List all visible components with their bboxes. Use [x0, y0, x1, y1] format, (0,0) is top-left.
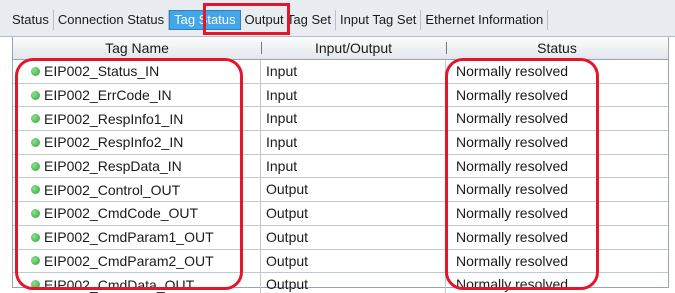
cell-tag-name: EIP002_CmdData_OUT	[13, 273, 261, 293]
table-row[interactable]: EIP002_Control_OUT Output Normally resolve…	[13, 178, 668, 203]
cell-tag-name: EIP002_RespData_IN	[13, 154, 261, 178]
cell-tag-name: EIP002_Status_IN	[13, 60, 261, 83]
tag-name-text: EIP002_CmdParam2_OUT	[44, 252, 214, 269]
cell-tag-name: EIP002_RespInfo1_IN	[13, 107, 261, 131]
cell-status: Normally resolved	[456, 63, 569, 79]
tab-input-tag-set[interactable]: Input Tag Set	[336, 10, 422, 30]
tag-name-text: EIP002_RespInfo1_IN	[44, 110, 184, 127]
tab-connection-status[interactable]: Connection Status	[54, 10, 170, 30]
cell-tag-name: EIP002_CmdParam2_OUT	[13, 249, 261, 273]
green-status-dot-icon	[31, 256, 40, 266]
cell-status: Normally resolved	[456, 110, 569, 127]
table-row[interactable]: EIP002_RespData_IN Input Normally resolved	[13, 154, 668, 179]
cell-status: Normally resolved	[456, 205, 569, 222]
table-row[interactable]: EIP002_Status_IN Input Normally resolved	[13, 60, 668, 84]
cell-input-output: Input	[261, 60, 446, 83]
cell-tag-name: EIP002_RespInfo2_IN	[13, 131, 261, 154]
green-status-dot-icon	[31, 185, 40, 195]
table-header: Tag Name Input/Output Status	[13, 37, 668, 60]
tab-list: Status Connection Status Tag Status Outp…	[12, 10, 549, 30]
cell-input-output: Output	[261, 178, 446, 202]
tag-name-text: EIP002_CmdParam1_OUT	[44, 229, 214, 246]
green-status-dot-icon	[31, 90, 40, 100]
tag-name-text: EIP002_RespInfo2_IN	[44, 134, 184, 151]
tab-ethernet-information[interactable]: Ethernet Information	[421, 10, 549, 30]
cell-status: Normally resolved	[456, 228, 569, 245]
table-body: EIP002_Status_IN Input Normally resolved EI…	[13, 60, 668, 293]
cell-input-output: Output	[261, 249, 446, 273]
cell-input-output: Output	[261, 202, 446, 225]
cell-input-output: Input	[261, 131, 446, 154]
table-row[interactable]: EIP002_RespInfo1_IN Input Normally resolve…	[13, 107, 668, 132]
cell-status: Normally resolved	[456, 252, 569, 269]
cell-input-output: Output	[261, 225, 446, 249]
cell-input-output: Input	[261, 154, 446, 178]
tag-name-text: EIP002_Control_OUT	[44, 181, 181, 198]
cell-status: Normally resolved	[456, 157, 569, 174]
green-status-dot-icon	[31, 137, 40, 147]
tag-name-text: EIP002_ErrCode_IN	[44, 87, 172, 104]
table-row[interactable]: EIP002_CmdParam1_OUT Output Normally resol…	[13, 225, 668, 250]
cell-tag-name: EIP002_CmdCode_OUT	[13, 202, 261, 225]
column-header-status[interactable]: Status	[446, 37, 668, 59]
tag-name-text: EIP002_Status_IN	[44, 63, 160, 80]
cell-status: Normally resolved	[456, 86, 569, 103]
tag-name-text: EIP002_CmdCode_OUT	[44, 205, 199, 222]
column-header-input-output[interactable]: Input/Output	[261, 37, 446, 59]
cell-status: Normally resolved	[456, 181, 569, 198]
tab-tag-status[interactable]: Tag Status	[169, 10, 241, 30]
column-header-tag-name[interactable]: Tag Name	[13, 37, 261, 59]
green-status-dot-icon	[31, 280, 40, 290]
tab-status[interactable]: Status	[12, 10, 54, 30]
green-status-dot-icon	[31, 232, 40, 242]
tab-bar: Status Connection Status Tag Status Outp…	[0, 0, 675, 37]
table-row[interactable]: EIP002_ErrCode_IN Input Normally resolved	[13, 83, 668, 108]
cell-tag-name: EIP002_Control_OUT	[13, 178, 261, 202]
tag-status-panel: Status Connection Status Tag Status Outp…	[0, 0, 675, 293]
table-row[interactable]: EIP002_CmdData_OUT Output Normally resolve…	[13, 273, 668, 293]
green-status-dot-icon	[31, 114, 40, 124]
green-status-dot-icon	[31, 208, 40, 218]
tab-output-tag-set[interactable]: Output Tag Set	[241, 10, 337, 30]
table-row[interactable]: EIP002_CmdCode_OUT Output Normally resolve…	[13, 202, 668, 226]
cell-input-output: Input	[261, 107, 446, 131]
table-row[interactable]: EIP002_RespInfo2_IN Input Normally resolve…	[13, 131, 668, 155]
tag-name-text: EIP002_RespData_IN	[44, 158, 182, 175]
tag-status-table: Tag Name Input/Output Status EIP002_Stat…	[12, 37, 669, 293]
tag-name-text: EIP002_CmdData_OUT	[44, 276, 195, 293]
cell-status: Normally resolved	[456, 276, 569, 293]
green-status-dot-icon	[31, 161, 40, 171]
cell-input-output: Output	[261, 273, 446, 293]
table-row[interactable]: EIP002_CmdParam2_OUT Output Normally resol…	[13, 249, 668, 274]
cell-status: Normally resolved	[456, 134, 569, 151]
cell-tag-name: EIP002_CmdParam1_OUT	[13, 225, 261, 249]
green-status-dot-icon	[31, 66, 40, 76]
cell-tag-name: EIP002_ErrCode_IN	[13, 83, 261, 107]
cell-input-output: Input	[261, 83, 446, 107]
